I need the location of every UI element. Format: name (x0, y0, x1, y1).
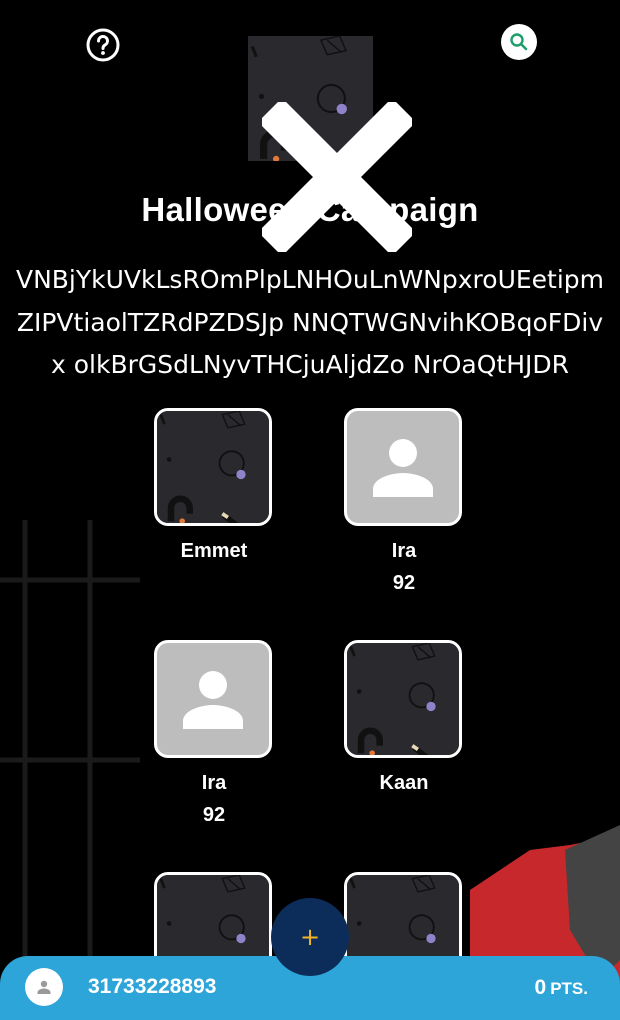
campaign-title: Halloween Campaign (141, 191, 479, 228)
user-silhouette-icon (183, 671, 243, 729)
participant-name: Kaan (379, 772, 429, 794)
participant-card[interactable]: Emmet (154, 408, 274, 563)
pattern-image (248, 36, 373, 161)
description-line-2: ZIPVtiaolTZRdPZDSJp NNQTWGNvihKOBqoFDiv (16, 308, 604, 337)
points-value: 0 (534, 976, 547, 999)
user-phone: 31733228893 (88, 975, 217, 998)
avatar[interactable] (25, 968, 63, 1006)
plus-icon: + (299, 923, 321, 951)
participant-name: Emmet (180, 540, 248, 562)
campaign-image (248, 36, 373, 161)
participant-thumbnail[interactable] (154, 640, 272, 758)
participant-thumbnail[interactable] (344, 408, 462, 526)
user-silhouette-icon (373, 439, 433, 497)
pattern-image (157, 411, 269, 523)
magnifier-icon (510, 33, 528, 51)
participant-card[interactable]: Ira 92 (154, 640, 274, 827)
participant-score: 92 (392, 572, 416, 594)
participant-name: Ira (391, 540, 417, 562)
participant-card[interactable]: Ira 92 (344, 408, 464, 595)
description-line-1: VNBjYkUVkLsROmPlpLNHOuLnWNpxroUEetipm (15, 265, 605, 294)
add-button[interactable]: + (271, 898, 349, 976)
pattern-image (347, 643, 459, 755)
description-line-3: x olkBrGSdLNyvTHCjuAljdZo NrOaQtHJDR (50, 350, 570, 379)
search-button[interactable] (501, 24, 537, 60)
participant-name: Ira (201, 772, 227, 794)
user-icon (37, 980, 51, 994)
participant-card[interactable]: Kaan (344, 640, 464, 795)
question-circle-icon (86, 28, 120, 62)
help-button[interactable] (86, 28, 120, 62)
points-unit: PTS. (550, 979, 588, 998)
participant-thumbnail[interactable] (344, 640, 462, 758)
points-display: 0 PTS. (535, 976, 588, 1002)
participant-thumbnail[interactable] (154, 408, 272, 526)
participant-score: 92 (202, 804, 226, 826)
